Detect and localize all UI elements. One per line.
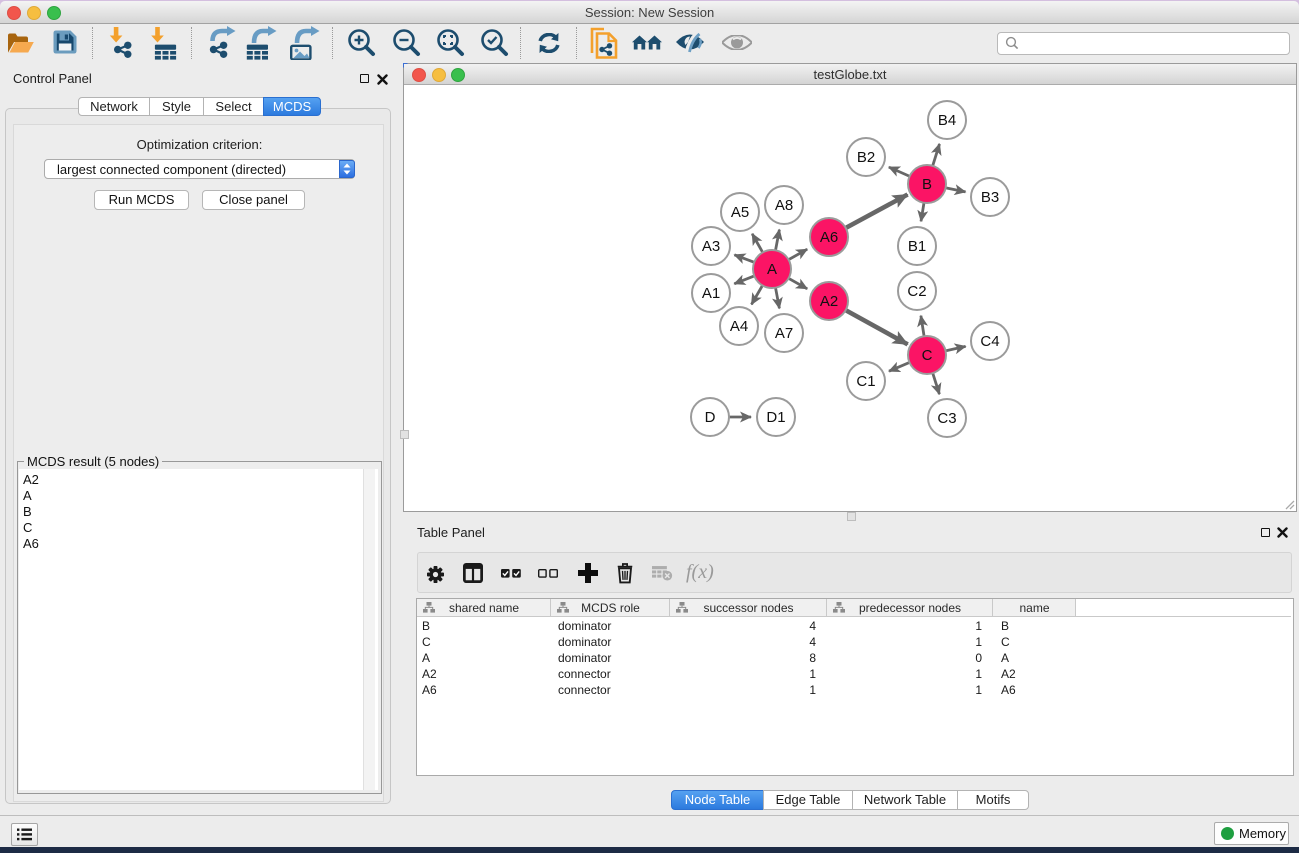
svg-text:C4: C4	[980, 333, 999, 350]
svg-text:C3: C3	[937, 410, 956, 427]
svg-text:B2: B2	[857, 149, 875, 166]
svg-text:A4: A4	[730, 318, 748, 335]
svg-text:C: C	[922, 347, 933, 364]
svg-text:C1: C1	[856, 373, 875, 390]
svg-text:A1: A1	[702, 285, 720, 302]
svg-text:A: A	[767, 261, 777, 278]
svg-text:C2: C2	[907, 283, 926, 300]
svg-text:A2: A2	[820, 293, 838, 310]
svg-text:D: D	[705, 409, 716, 426]
svg-text:B: B	[922, 176, 932, 193]
svg-text:A5: A5	[731, 204, 749, 221]
svg-text:B1: B1	[908, 238, 926, 255]
svg-text:D1: D1	[766, 409, 785, 426]
svg-text:A3: A3	[702, 238, 720, 255]
svg-text:A6: A6	[820, 229, 838, 246]
svg-text:B4: B4	[938, 112, 956, 129]
svg-text:A8: A8	[775, 197, 793, 214]
svg-text:A7: A7	[775, 325, 793, 342]
svg-text:B3: B3	[981, 189, 999, 206]
